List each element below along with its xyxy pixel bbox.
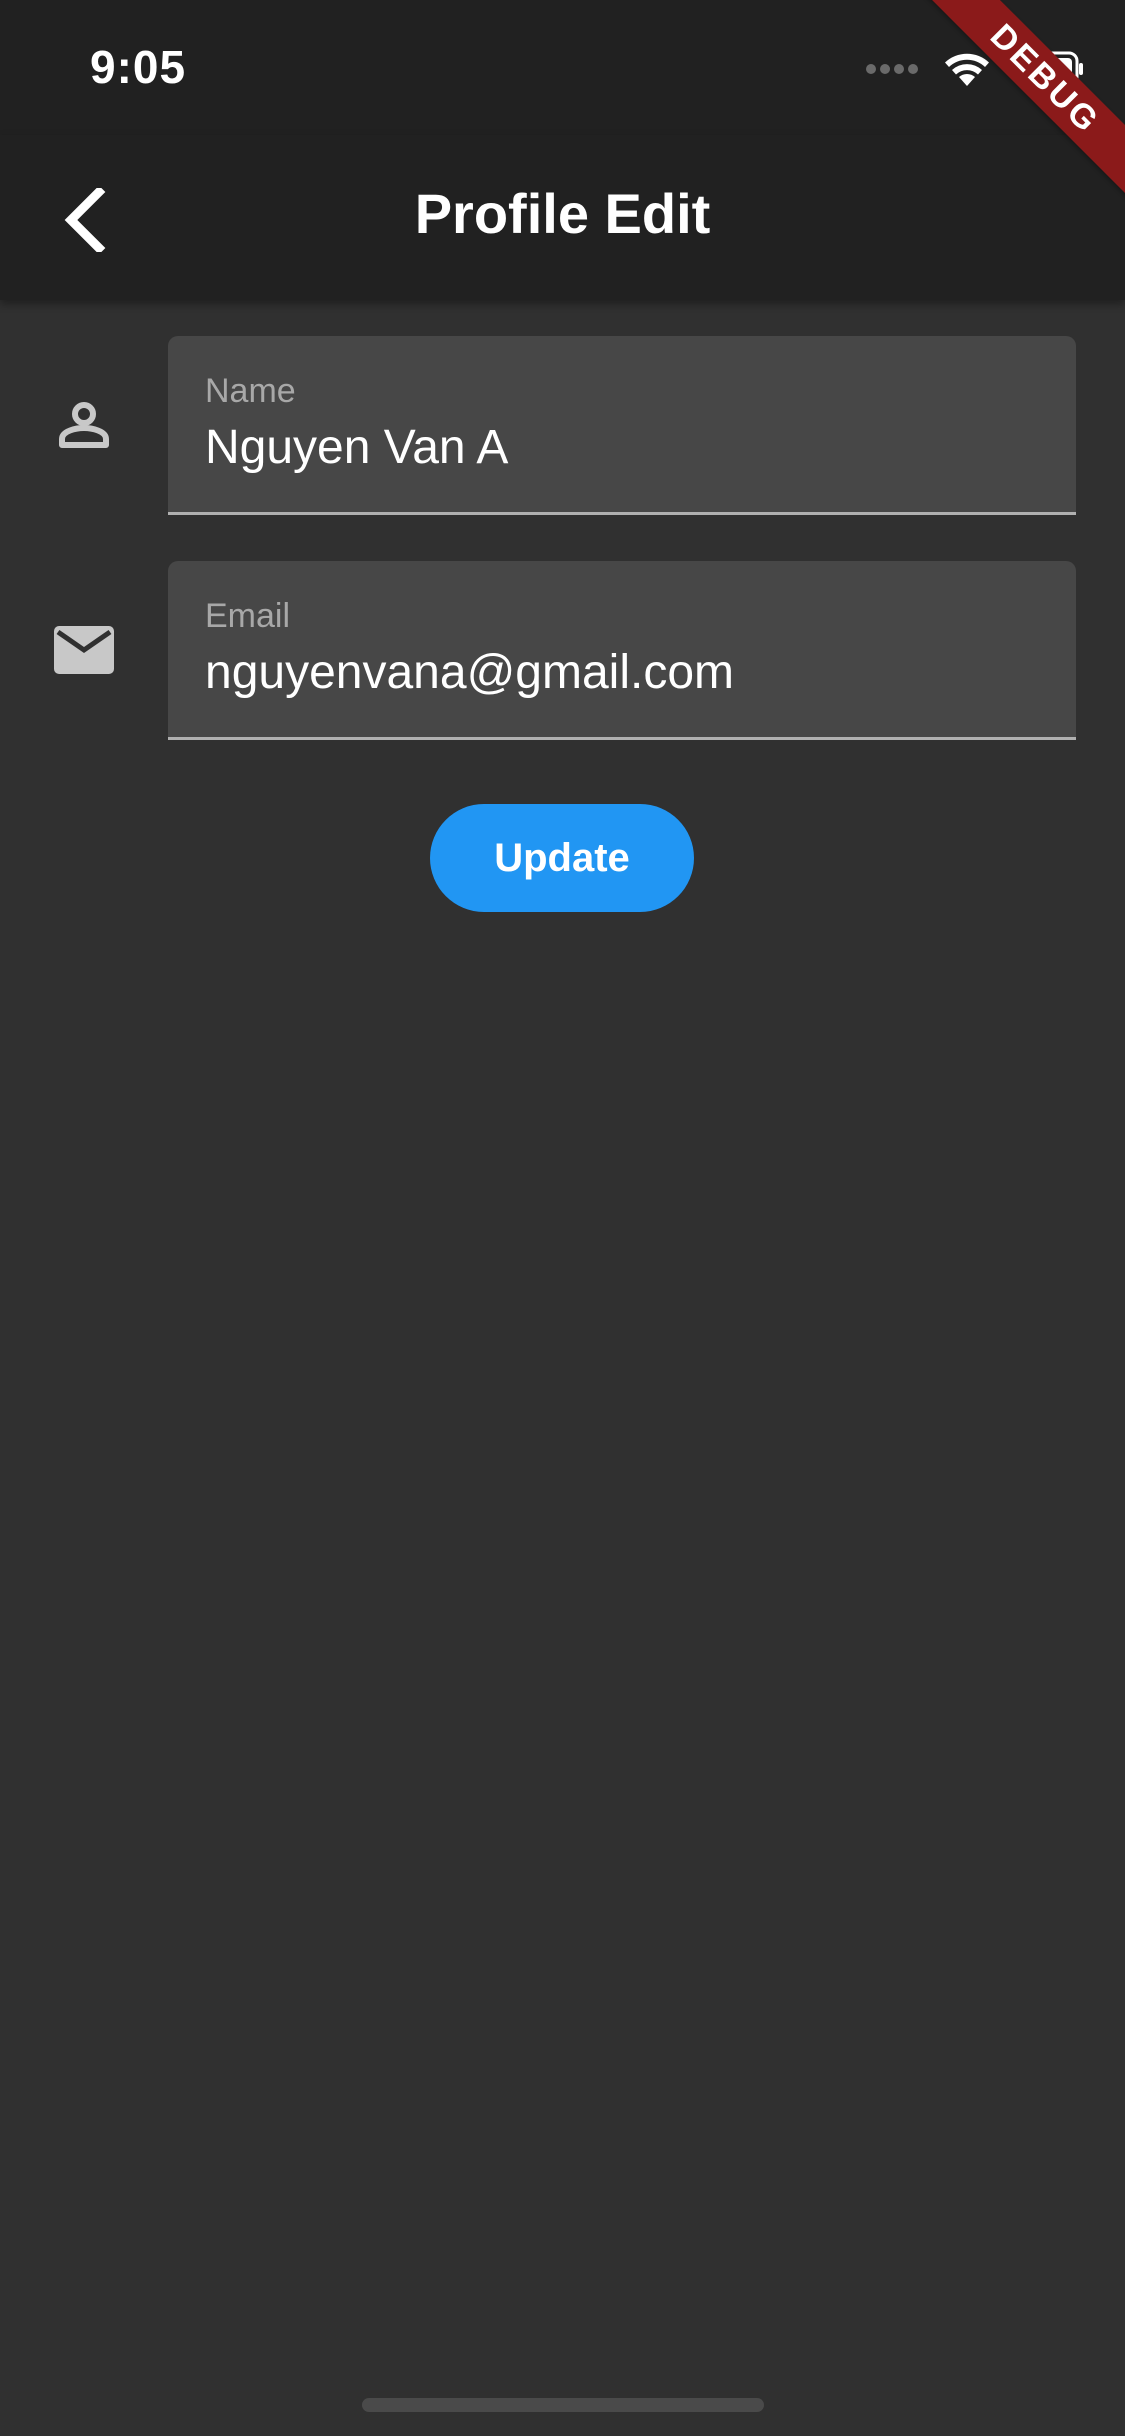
name-field[interactable]: Name Nguyen Van A bbox=[168, 336, 1076, 515]
cellular-signal-icon bbox=[866, 64, 918, 74]
name-label: Name bbox=[205, 372, 296, 410]
name-value[interactable]: Nguyen Van A bbox=[205, 420, 508, 475]
email-value[interactable]: nguyenvana@gmail.com bbox=[205, 645, 734, 700]
page-title: Profile Edit bbox=[414, 182, 711, 245]
person-icon bbox=[48, 389, 120, 461]
status-time: 9:05 bbox=[90, 41, 187, 93]
home-indicator bbox=[362, 2398, 764, 2412]
name-row: Name Nguyen Van A bbox=[0, 336, 1125, 515]
update-button[interactable]: Update bbox=[430, 804, 694, 912]
profile-edit-screen: 9:05 DEBUG Profile Edit Name Nguyen Van … bbox=[0, 0, 1125, 2436]
wifi-icon bbox=[945, 53, 989, 86]
email-row: Email nguyenvana@gmail.com bbox=[0, 561, 1125, 740]
email-label: Email bbox=[205, 597, 291, 635]
mail-icon bbox=[48, 614, 120, 686]
app-bar: Profile Edit bbox=[0, 135, 1125, 300]
email-field[interactable]: Email nguyenvana@gmail.com bbox=[168, 561, 1076, 740]
